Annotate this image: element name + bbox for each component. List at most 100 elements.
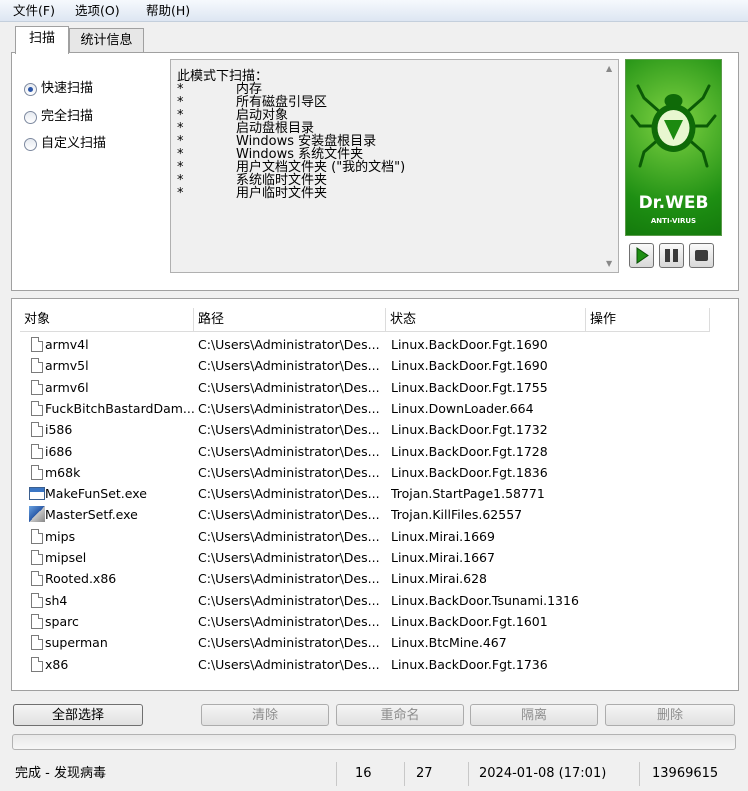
menu-file[interactable]: 文件(F) [10,2,58,19]
table-row[interactable]: FuckBitchBastardDam... C:\Users\Administr… [20,398,710,419]
stop-scan-button[interactable] [689,243,714,268]
cell-action [591,654,709,675]
cell-status: Linux.Mirai.628 [391,571,488,587]
table-row[interactable]: armv6l C:\Users\Administrator\Des... Linux… [20,377,710,398]
menu-options[interactable]: 选项(O) [72,2,123,19]
cell-action [591,398,709,419]
quarantine-button[interactable]: 隔离 [470,704,598,726]
scroll-up-icon[interactable]: ▲ [606,64,612,73]
table-row[interactable]: sparc C:\Users\Administrator\Des... Linux.… [20,611,710,632]
file-icon [31,592,43,608]
delete-button[interactable]: 删除 [605,704,735,726]
clear-button[interactable]: 清除 [201,704,329,726]
file-icon [31,635,43,651]
cell-status: Linux.BackDoor.Fgt.1690 [391,358,548,374]
cell-status: Linux.BackDoor.Tsunami.1316 [391,592,579,608]
scan-progress-bar [12,734,736,750]
cell-action [591,419,709,440]
cell-path: C:\Users\Administrator\Des... [198,635,380,651]
table-row[interactable]: armv4l C:\Users\Administrator\Des... Linux… [20,334,710,355]
radio-dot [24,83,37,96]
cell-action [591,462,709,483]
column-header-status[interactable]: 状态 [386,308,586,332]
cell-action [591,441,709,462]
cell-path: C:\Users\Administrator\Des... [198,592,380,608]
file-icon [31,400,43,416]
column-header-action[interactable]: 操作 [586,308,710,332]
table-row[interactable]: mips C:\Users\Administrator\Des... Linux.M… [20,526,710,547]
table-row[interactable]: MasterSetf.exe C:\Users\Administrator\Des… [20,504,710,525]
cell-status: Linux.BackDoor.Fgt.1732 [391,422,548,438]
column-header-object[interactable]: 对象 [20,308,194,332]
scan-panel: 快速扫描 完全扫描 自定义扫描 此模式下扫描： * 内存 * 所有磁盘引导区 * 启动… [11,52,739,291]
cell-object: m68k [45,464,81,480]
description-scrollbar[interactable]: ▲ ▼ [602,60,618,272]
table-row[interactable]: i586 C:\Users\Administrator\Des... Linux.B… [20,419,710,440]
status-text: 完成 - 发现病毒 [15,766,106,781]
status-count-threats: 27 [416,766,433,781]
cell-object: sparc [45,613,79,629]
cell-object: mips [45,528,76,544]
status-count-scanned: 16 [355,766,372,781]
status-bar: 完成 - 发现病毒 16 27 2024-01-08 (17:01) 13969… [0,757,748,791]
cell-path: C:\Users\Administrator\Des... [198,464,380,480]
table-row[interactable]: mipsel C:\Users\Administrator\Des... Linux… [20,547,710,568]
radio-dot [24,111,37,124]
table-row[interactable]: i686 C:\Users\Administrator\Des... Linux.B… [20,441,710,462]
cell-object: armv4l [45,337,89,352]
cell-object: FuckBitchBastardDam... [45,400,195,416]
table-row[interactable]: superman C:\Users\Administrator\Des... Lin… [20,632,710,653]
cell-object: MasterSetf.exe [45,507,138,523]
scroll-down-icon[interactable]: ▼ [606,259,612,268]
cell-status: Linux.Mirai.1669 [391,528,495,544]
cell-action [591,632,709,653]
file-icon [31,358,43,374]
cell-path: C:\Users\Administrator\Des... [198,443,380,459]
cell-path: C:\Users\Administrator\Des... [198,613,380,629]
cell-path: C:\Users\Administrator\Des... [198,379,380,395]
table-row[interactable]: x86 C:\Users\Administrator\Des... Linux.Ba… [20,654,710,675]
setup-icon [29,506,45,523]
cell-object: mipsel [45,550,87,565]
tab-scan[interactable]: 扫描 [15,26,69,54]
logo-brand: Dr.WEB [638,193,709,213]
cell-path: C:\Users\Administrator\Des... [198,528,380,544]
table-row[interactable]: Rooted.x86 C:\Users\Administrator\Des... L… [20,568,710,589]
file-icon [31,337,43,352]
cell-object: x86 [45,656,69,672]
table-row[interactable]: sh4 C:\Users\Administrator\Des... Linux.Ba… [20,590,710,611]
status-db-records: 13969615 [652,766,719,781]
exe-icon [29,487,45,501]
logo-subtitle: ANTI-VIRUS [650,217,697,225]
menu-bar: 文件(F) 选项(O) 帮助(H) [0,0,748,22]
menu-help[interactable]: 帮助(H) [143,2,193,19]
radio-label: 自定义扫描 [41,136,107,151]
cell-object: armv6l [45,379,89,395]
pause-scan-button[interactable] [659,243,684,268]
cell-object: sh4 [45,592,68,608]
tab-statistics[interactable]: 统计信息 [69,28,144,53]
radio-label: 完全扫描 [41,109,94,124]
column-header-path[interactable]: 路径 [194,308,386,332]
start-scan-button[interactable] [629,243,654,268]
cell-status: Linux.DownLoader.664 [391,400,534,416]
cell-object: MakeFunSet.exe [45,486,147,502]
table-row[interactable]: MakeFunSet.exe C:\Users\Administrator\Des… [20,483,710,504]
table-row[interactable]: m68k C:\Users\Administrator\Des... Linux.B… [20,462,710,483]
cell-object: i586 [45,422,73,438]
rename-button[interactable]: 重命名 [336,704,464,726]
cell-status: Linux.BtcMine.467 [391,635,507,651]
cell-status: Linux.BackDoor.Fgt.1836 [391,464,548,480]
radio-dot [24,138,37,151]
cell-action [591,355,709,376]
file-icon [31,656,43,672]
cell-action [591,611,709,632]
table-row[interactable]: armv5l C:\Users\Administrator\Des... Linux… [20,355,710,376]
cell-object: i686 [45,443,73,459]
cell-path: C:\Users\Administrator\Des... [198,550,380,565]
pause-icon [665,249,678,262]
file-icon [31,528,43,544]
select-all-button[interactable]: 全部选择 [13,704,143,726]
file-icon [31,422,43,438]
cell-object: Rooted.x86 [45,571,117,587]
